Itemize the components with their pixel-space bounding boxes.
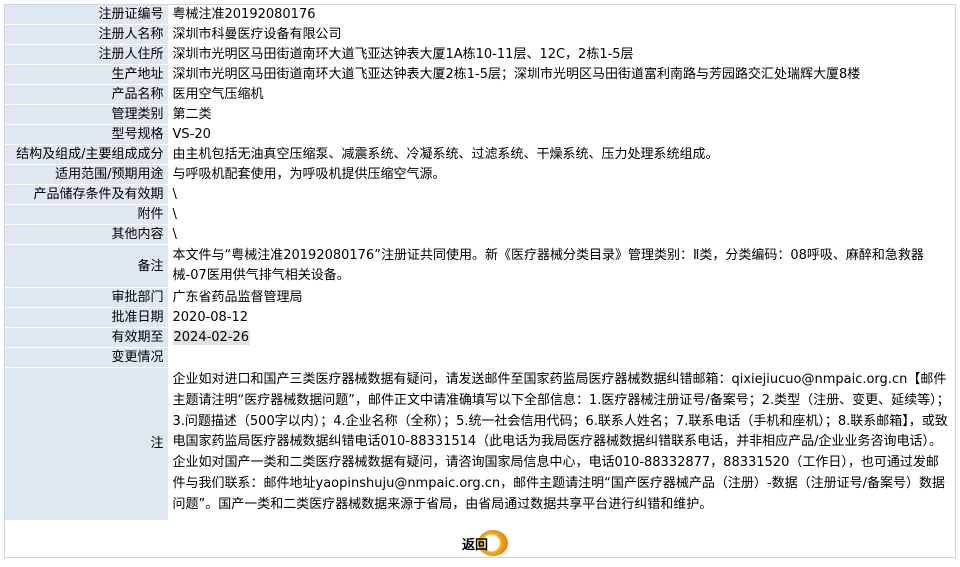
row-label: 注册人名称 <box>5 24 169 45</box>
back-button[interactable]: 返回 <box>460 529 510 557</box>
row-label: 注册证编号 <box>5 5 169 25</box>
change-label: 变更情况 <box>5 347 169 368</box>
back-button-label: 返回 <box>462 537 489 553</box>
row-label: 注册人住所 <box>5 44 169 65</box>
row-label: 适用范围/预期用途 <box>5 164 169 185</box>
row-value: 深圳市科曼医疗设备有限公司 <box>168 24 955 45</box>
footer-bar: 返回 <box>5 520 955 557</box>
row-value: \ <box>168 224 955 245</box>
row-value: 广东省药品监督管理局 <box>168 287 955 308</box>
table-row: 注企业如对进口和国产三类医疗器械数据有疑问，请发送邮件至国家药监局医疗器械数据纠… <box>5 367 955 521</box>
row-label: 产品储存条件及有效期 <box>5 184 169 205</box>
detail-table: 注册证编号 粤械注准20192080176 注册人名称 深圳市科曼医疗设备有限公司 … <box>5 5 955 521</box>
note-label: 注 <box>5 367 169 521</box>
row-label: 批准日期 <box>5 307 169 328</box>
row-label: 管理类别 <box>5 104 169 125</box>
table-row: 适用范围/预期用途 与呼吸机配套使用，为呼吸机提供压缩空气源。 <box>5 164 955 185</box>
row-value: VS-20 <box>168 124 955 145</box>
expiry-value-cell: 2024-02-26 <box>168 327 955 348</box>
table-row: 结构及组成/主要组成成分 由主机包括无油真空压缩泵、减震系统、冷凝系统、过滤系统、… <box>5 144 955 165</box>
row-value: \ <box>168 184 955 205</box>
row-value: 第二类 <box>168 104 955 125</box>
row-value: 粤械注准20192080176 <box>168 5 955 25</box>
row-value: 深圳市光明区马田街道南环大道飞亚达钟表大厦2栋1-5层；深圳市光明区马田街道富利… <box>168 64 955 85</box>
expiry-label: 有效期至 <box>5 327 169 348</box>
table-row: 产品名称 医用空气压缩机 <box>5 84 955 105</box>
table-row: 其他内容 \ <box>5 224 955 245</box>
note-value: 企业如对进口和国产三类医疗器械数据有疑问，请发送邮件至国家药监局医疗器械数据纠错… <box>168 367 955 521</box>
table-row: 型号规格 VS-20 <box>5 124 955 145</box>
table-row: 产品储存条件及有效期 \ <box>5 184 955 205</box>
table-row: 变更情况 <box>5 347 955 368</box>
remark-value: 本文件与“粤械注准20192080176”注册证共同使用。新《医疗器械分类目录》… <box>168 244 955 288</box>
row-label: 审批部门 <box>5 287 169 308</box>
detail-panel: 注册证编号 粤械注准20192080176 注册人名称 深圳市科曼医疗设备有限公司 … <box>4 4 956 558</box>
row-label: 其他内容 <box>5 224 169 245</box>
expiry-value: 2024-02-26 <box>172 330 251 345</box>
row-label: 结构及组成/主要组成成分 <box>5 144 169 165</box>
table-row: 批准日期 2020-08-12 <box>5 307 955 328</box>
table-row: 生产地址 深圳市光明区马田街道南环大道飞亚达钟表大厦2栋1-5层；深圳市光明区马田… <box>5 64 955 85</box>
row-value: 由主机包括无油真空压缩泵、减震系统、冷凝系统、过滤系统、干燥系统、压力处理系统组… <box>168 144 955 165</box>
table-row: 备注 本文件与“粤械注准20192080176”注册证共同使用。新《医疗器械分类目… <box>5 244 955 288</box>
table-row: 注册人名称 深圳市科曼医疗设备有限公司 <box>5 24 955 45</box>
row-value: 深圳市光明区马田街道南环大道飞亚达钟表大厦1A栋10-11层、12C，2栋1-5… <box>168 44 955 65</box>
row-label: 型号规格 <box>5 124 169 145</box>
table-row: 附件 \ <box>5 204 955 225</box>
row-label: 附件 <box>5 204 169 225</box>
table-row: 管理类别 第二类 <box>5 104 955 125</box>
row-label: 生产地址 <box>5 64 169 85</box>
table-row: 有效期至 2024-02-26 <box>5 327 955 348</box>
row-value: 2020-08-12 <box>168 307 955 328</box>
change-value <box>168 347 955 368</box>
row-value: 与呼吸机配套使用，为呼吸机提供压缩空气源。 <box>168 164 955 185</box>
row-label: 产品名称 <box>5 84 169 105</box>
table-row: 审批部门 广东省药品监督管理局 <box>5 287 955 308</box>
remark-label: 备注 <box>5 244 169 288</box>
table-row: 注册人住所 深圳市光明区马田街道南环大道飞亚达钟表大厦1A栋10-11层、12C，… <box>5 44 955 65</box>
table-row: 注册证编号 粤械注准20192080176 <box>5 5 955 25</box>
row-value: 医用空气压缩机 <box>168 84 955 105</box>
row-value: \ <box>168 204 955 225</box>
